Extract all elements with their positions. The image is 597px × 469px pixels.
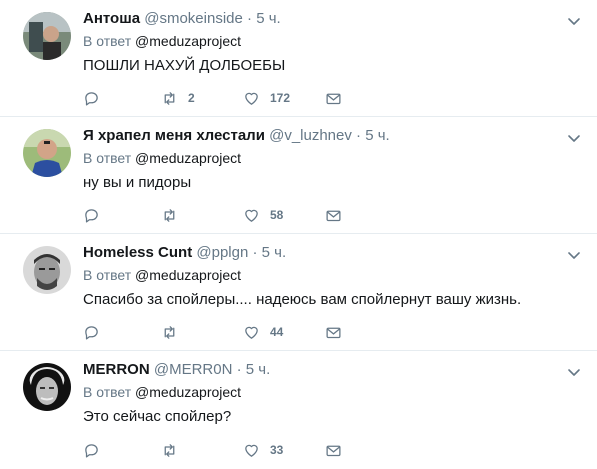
- envelope-icon: [325, 207, 342, 224]
- retweet-icon: [161, 90, 178, 107]
- tweet-list: Антоша @smokeinside · 5 ч. В ответ @medu…: [0, 0, 597, 468]
- heart-icon: [243, 90, 260, 107]
- separator-dot: ·: [247, 10, 253, 27]
- display-name[interactable]: Homeless Cunt: [83, 244, 192, 261]
- reply-button[interactable]: [83, 322, 110, 342]
- reply-context: В ответ @meduzaproject: [83, 148, 557, 168]
- reply-to-user[interactable]: @meduzaproject: [135, 33, 241, 49]
- display-name[interactable]: Антоша: [83, 10, 140, 27]
- timestamp[interactable]: 5 ч.: [365, 127, 390, 144]
- retweet-button[interactable]: [161, 205, 188, 225]
- display-name[interactable]: Я храпел меня хлестали: [83, 127, 265, 144]
- envelope-icon: [325, 324, 342, 341]
- user-handle[interactable]: @smokeinside: [144, 10, 243, 27]
- timestamp[interactable]: 5 ч.: [246, 361, 271, 378]
- reply-button[interactable]: [83, 205, 110, 225]
- tweet[interactable]: Homeless Cunt @pplgn · 5 ч. В ответ @med…: [0, 234, 597, 351]
- retweet-icon: [161, 442, 178, 459]
- action-bar: 2 172: [83, 88, 383, 108]
- reply-to-user[interactable]: @meduzaproject: [135, 384, 241, 400]
- user-handle[interactable]: @MERR0N: [154, 361, 233, 378]
- separator-dot: ·: [356, 127, 362, 144]
- chevron-down-icon[interactable]: [567, 248, 581, 262]
- tweet[interactable]: Я храпел меня хлестали @v_luzhnev · 5 ч.…: [0, 117, 597, 234]
- reply-prefix: В ответ: [83, 33, 132, 49]
- chevron-down-icon[interactable]: [567, 14, 581, 28]
- envelope-icon: [325, 90, 342, 107]
- tweet-text: ПОШЛИ НАХУЙ ДОЛБОЕБЫ: [83, 57, 286, 74]
- heart-icon: [243, 442, 260, 459]
- direct-message-button[interactable]: [325, 205, 342, 225]
- tweet-text: Это сейчас спойлер?: [83, 408, 232, 425]
- like-count: 172: [270, 91, 291, 105]
- heart-icon: [243, 207, 260, 224]
- tweet[interactable]: MERRON @MERR0N · 5 ч. В ответ @meduzapro…: [0, 351, 597, 468]
- retweet-count: 2: [188, 91, 195, 105]
- user-handle[interactable]: @pplgn: [196, 244, 248, 261]
- timestamp[interactable]: 5 ч.: [256, 10, 281, 27]
- reply-icon: [83, 324, 100, 341]
- reply-icon: [83, 442, 100, 459]
- retweet-button[interactable]: [161, 322, 188, 342]
- avatar[interactable]: [23, 246, 71, 294]
- user-handle[interactable]: @v_luzhnev: [269, 127, 352, 144]
- reply-button[interactable]: [83, 440, 110, 460]
- reply-prefix: В ответ: [83, 150, 132, 166]
- retweet-icon: [161, 207, 178, 224]
- like-count: 44: [270, 325, 284, 339]
- reply-context: В ответ @meduzaproject: [83, 382, 557, 402]
- like-button[interactable]: 172: [243, 88, 290, 108]
- tweet[interactable]: Антоша @smokeinside · 5 ч. В ответ @medu…: [0, 0, 597, 117]
- action-bar: 33: [83, 440, 383, 460]
- tweet-text: Спасибо за спойлеры.... надеюсь вам спой…: [83, 291, 522, 308]
- like-count: 58: [270, 208, 284, 222]
- like-button[interactable]: 44: [243, 322, 283, 342]
- heart-icon: [243, 324, 260, 341]
- avatar[interactable]: [23, 12, 71, 60]
- reply-to-user[interactable]: @meduzaproject: [135, 267, 241, 283]
- avatar[interactable]: [23, 129, 71, 177]
- action-bar: 58: [83, 205, 383, 225]
- envelope-icon: [325, 442, 342, 459]
- timestamp[interactable]: 5 ч.: [262, 244, 287, 261]
- tweet-text: ну вы и пидоры: [83, 174, 192, 191]
- like-button[interactable]: 33: [243, 440, 283, 460]
- separator-dot: ·: [236, 361, 242, 378]
- direct-message-button[interactable]: [325, 88, 342, 108]
- retweet-icon: [161, 324, 178, 341]
- avatar[interactable]: [23, 363, 71, 411]
- like-button[interactable]: 58: [243, 205, 283, 225]
- reply-context: В ответ @meduzaproject: [83, 31, 557, 51]
- like-count: 33: [270, 443, 284, 457]
- direct-message-button[interactable]: [325, 440, 342, 460]
- action-bar: 44: [83, 322, 383, 342]
- retweet-button[interactable]: [161, 440, 188, 460]
- retweet-button[interactable]: 2: [161, 88, 195, 108]
- reply-to-user[interactable]: @meduzaproject: [135, 150, 241, 166]
- separator-dot: ·: [252, 244, 258, 261]
- reply-context: В ответ @meduzaproject: [83, 265, 557, 285]
- reply-icon: [83, 90, 100, 107]
- display-name[interactable]: MERRON: [83, 361, 150, 378]
- reply-icon: [83, 207, 100, 224]
- reply-prefix: В ответ: [83, 267, 132, 283]
- reply-button[interactable]: [83, 88, 110, 108]
- chevron-down-icon[interactable]: [567, 365, 581, 379]
- reply-prefix: В ответ: [83, 384, 132, 400]
- chevron-down-icon[interactable]: [567, 131, 581, 145]
- direct-message-button[interactable]: [325, 322, 342, 342]
